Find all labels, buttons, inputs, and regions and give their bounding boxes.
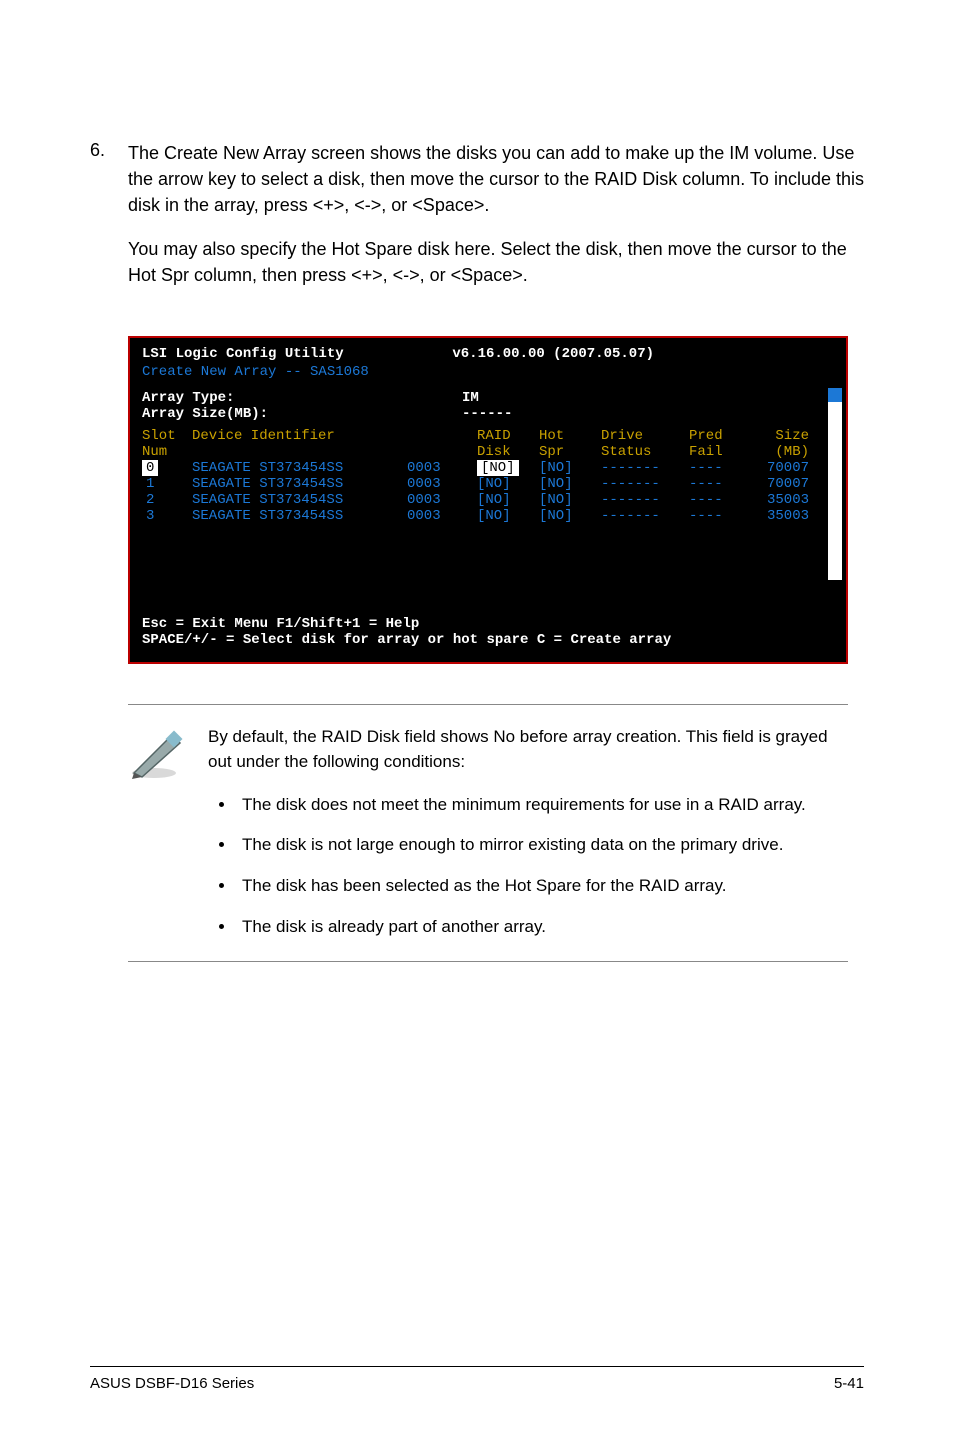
- slot-cell: 0: [142, 460, 158, 476]
- terminal-screenshot: LSI Logic Config Utility v6.16.00.00 (20…: [128, 336, 848, 664]
- col-size-h1: Size: [749, 428, 809, 444]
- rev-cell: 0003: [407, 492, 477, 508]
- dev-cell: SEAGATE ST373454SS: [192, 460, 407, 476]
- list-item: The disk is already part of another arra…: [236, 915, 848, 940]
- hot-cell: [NO]: [539, 460, 601, 476]
- dev-cell: SEAGATE ST373454SS: [192, 508, 407, 524]
- col-raid-h1: RAID: [477, 428, 539, 444]
- hot-cell: [NO]: [539, 508, 601, 524]
- raid-cell: [NO]: [477, 508, 539, 524]
- note-list: The disk does not meet the minimum requi…: [228, 793, 848, 940]
- size-cell: 70007: [749, 460, 809, 476]
- terminal-help-line-2: SPACE/+/- = Select disk for array or hot…: [142, 632, 834, 648]
- raid-cell: [NO]: [477, 492, 539, 508]
- array-size-label: Array Size(MB):: [142, 406, 462, 422]
- terminal-subtitle: Create New Array -- SAS1068: [136, 364, 840, 384]
- col-dev-h1: Device Identifier: [192, 428, 407, 444]
- array-type-label: Array Type:: [142, 390, 462, 406]
- drv-cell: -------: [601, 460, 689, 476]
- hot-cell: [NO]: [539, 476, 601, 492]
- pred-cell: ----: [689, 508, 749, 524]
- col-size-h2: (MB): [749, 444, 809, 460]
- terminal-utility-title: LSI Logic Config Utility: [142, 346, 344, 362]
- raid-cell: [NO]: [477, 476, 539, 492]
- slot-cell: 3: [142, 508, 192, 524]
- size-cell: 35003: [749, 492, 809, 508]
- col-slot-h1: Slot: [142, 428, 192, 444]
- list-item: The disk has been selected as the Hot Sp…: [236, 874, 848, 899]
- terminal-version: v6.16.00.00 (2007.05.07): [452, 346, 654, 362]
- col-pred-h2: Fail: [689, 444, 749, 460]
- rev-cell: 0003: [407, 460, 477, 476]
- table-row: 0 SEAGATE ST373454SS 0003 [NO] [NO] ----…: [142, 460, 834, 476]
- footer-page-number: 5-41: [834, 1375, 864, 1392]
- hot-cell: [NO]: [539, 492, 601, 508]
- raid-cell: [NO]: [477, 460, 519, 476]
- col-drv-h1: Drive: [601, 428, 689, 444]
- list-item: The disk is not large enough to mirror e…: [236, 833, 848, 858]
- drv-cell: -------: [601, 508, 689, 524]
- col-pred-h1: Pred: [689, 428, 749, 444]
- terminal-scrollbar: [828, 388, 842, 580]
- terminal-table: Slot Device Identifier RAID Hot Drive Pr…: [136, 422, 840, 610]
- footer-product: ASUS DSBF-D16 Series: [90, 1375, 254, 1392]
- list-item: The disk does not meet the minimum requi…: [236, 793, 848, 818]
- table-row: 1 SEAGATE ST373454SS 0003 [NO] [NO] ----…: [142, 476, 834, 492]
- col-hot-h1: Hot: [539, 428, 601, 444]
- slot-cell: 1: [142, 476, 192, 492]
- table-row: 2 SEAGATE ST373454SS 0003 [NO] [NO] ----…: [142, 492, 834, 508]
- terminal-help-line-1: Esc = Exit Menu F1/Shift+1 = Help: [142, 616, 834, 632]
- array-size-value: ------: [462, 406, 512, 422]
- terminal-array-info: Array Type: Array Size(MB): IM ------: [136, 384, 840, 422]
- pred-cell: ----: [689, 476, 749, 492]
- note-intro: By default, the RAID Disk field shows No…: [208, 725, 848, 774]
- table-row: 3 SEAGATE ST373454SS 0003 [NO] [NO] ----…: [142, 508, 834, 524]
- step-number: 6.: [90, 140, 100, 306]
- dev-cell: SEAGATE ST373454SS: [192, 492, 407, 508]
- dev-cell: SEAGATE ST373454SS: [192, 476, 407, 492]
- step-body: The Create New Array screen shows the di…: [128, 140, 864, 306]
- size-cell: 70007: [749, 476, 809, 492]
- array-type-value: IM: [462, 390, 512, 406]
- col-slot-h2: Num: [142, 444, 192, 460]
- rev-cell: 0003: [407, 476, 477, 492]
- drv-cell: -------: [601, 476, 689, 492]
- col-drv-h2: Status: [601, 444, 689, 460]
- pred-cell: ----: [689, 460, 749, 476]
- step-para-1: The Create New Array screen shows the di…: [128, 140, 864, 218]
- rev-cell: 0003: [407, 508, 477, 524]
- pencil-note-icon: [128, 725, 184, 955]
- size-cell: 35003: [749, 508, 809, 524]
- slot-cell: 2: [142, 492, 192, 508]
- col-raid-h2: Disk: [477, 444, 539, 460]
- col-hot-h2: Spr: [539, 444, 601, 460]
- pred-cell: ----: [689, 492, 749, 508]
- drv-cell: -------: [601, 492, 689, 508]
- step-para-2: You may also specify the Hot Spare disk …: [128, 236, 864, 288]
